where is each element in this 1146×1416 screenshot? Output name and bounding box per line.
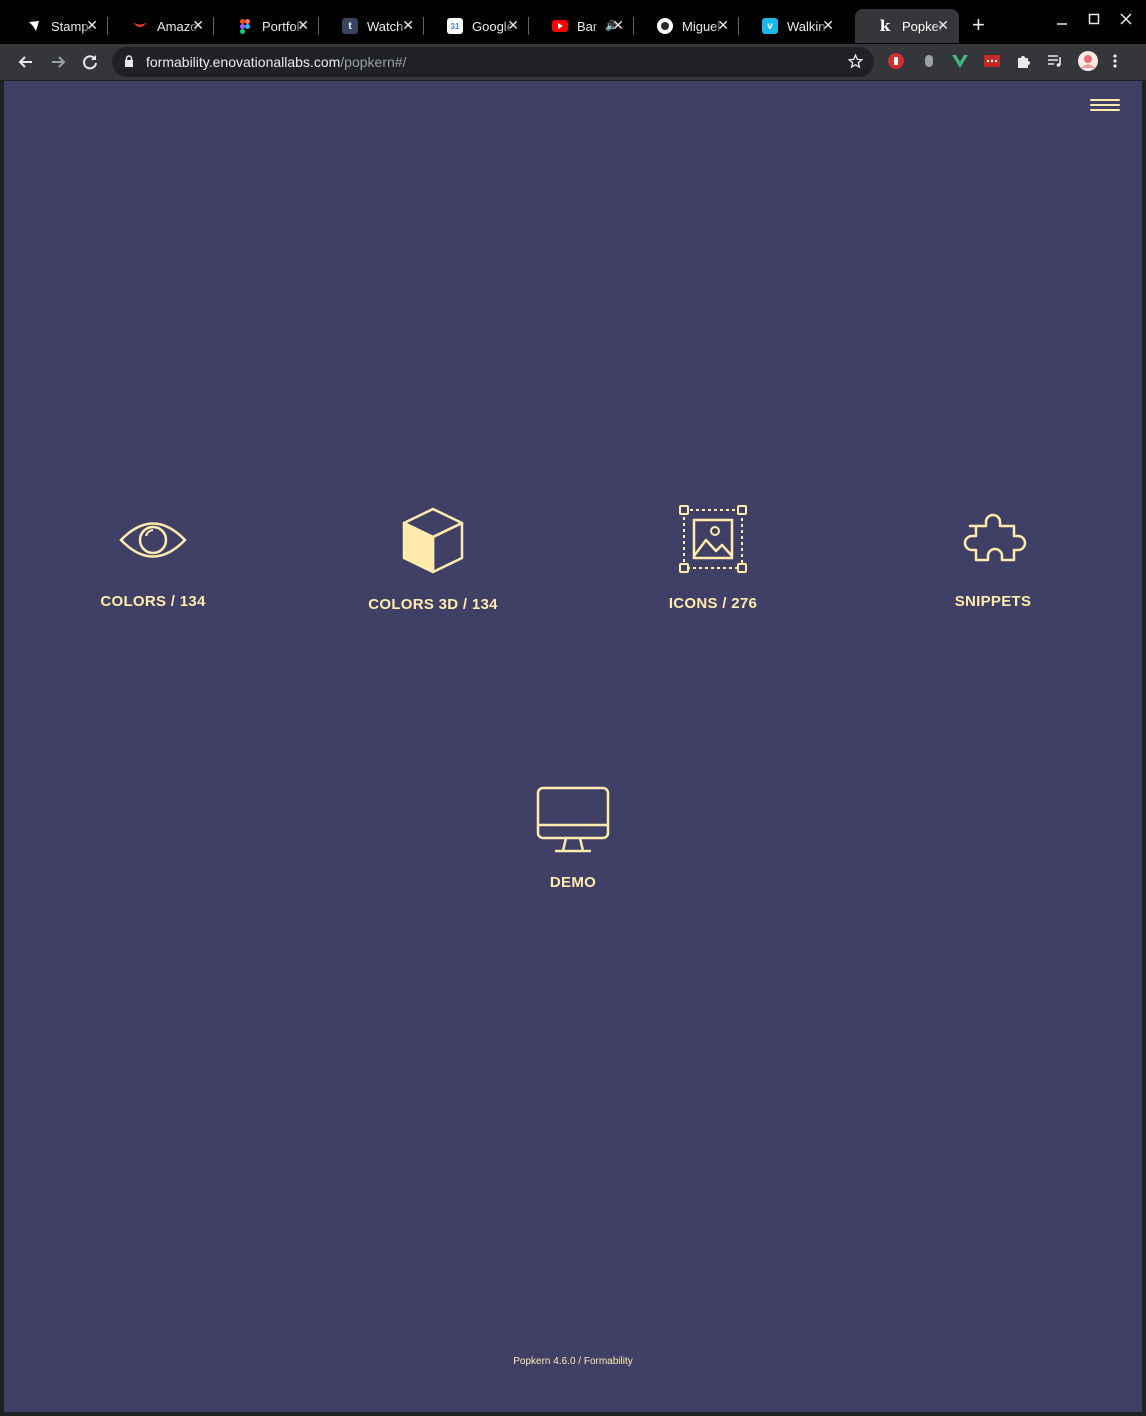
figma-favicon-icon [237,18,253,34]
amazon-favicon-icon [132,18,148,34]
close-tab-icon[interactable]: ✕ [507,17,519,34]
bookmark-star-icon[interactable] [847,53,864,75]
image-frame-icon [679,505,747,573]
tab-stamps[interactable]: Stamps ✕ [4,9,108,43]
adblock-extension-icon[interactable] [887,52,905,70]
maximize-icon[interactable] [1088,12,1100,29]
forward-arrow-icon[interactable] [47,51,69,73]
card-label: SNIPPETS [954,593,1032,610]
card-label: DEMO [549,874,597,891]
footer-text: Popkern 4.6.0 / Formability [513,1356,633,1367]
tab-strip: Stamps ✕ Amazon ✕ Portfolio ✕ [0,0,1146,44]
browser-window: Stamps ✕ Amazon ✕ Portfolio ✕ [0,0,1146,1416]
youtube-favicon-icon [552,20,568,32]
tab-popkern[interactable]: k Popkern ✕ [855,9,959,43]
card-demo[interactable]: DEMO [473,785,673,891]
address-bar[interactable]: formability.enovationallabs.com/popkern#… [112,47,874,77]
close-tab-icon[interactable]: ✕ [937,17,949,34]
close-tab-icon[interactable]: ✕ [297,17,309,34]
k-favicon-icon: k [879,17,891,35]
card-snippets[interactable]: SNIPPETS [893,512,1093,610]
dots-extension-icon[interactable] [983,52,1001,70]
close-tab-icon[interactable]: ✕ [192,17,204,34]
reload-icon[interactable] [79,51,101,73]
browser-toolbar: formability.enovationallabs.com/popkern#… [0,44,1146,80]
eye-icon [119,522,187,558]
vimeo-favicon-icon: v [762,18,778,34]
tab-portfolio[interactable]: Portfolio ✕ [215,9,319,43]
vue-devtools-extension-icon[interactable] [951,52,969,70]
card-colors-3d[interactable]: COLORS 3D / 134 [333,506,533,613]
extensions-puzzle-icon[interactable] [1015,52,1033,70]
back-arrow-icon[interactable] [15,51,37,73]
mouse-extension-icon[interactable] [920,52,938,70]
tab-google[interactable]: 31 Google ✕ [425,9,529,43]
profile-avatar[interactable] [1077,50,1099,72]
tab-amazon[interactable]: Amazon ✕ [110,9,214,43]
minimize-icon[interactable] [1056,12,1068,29]
monitor-icon [536,786,610,853]
github-favicon-icon [657,18,673,34]
card-colors[interactable]: COLORS / 134 [53,513,253,610]
browser-menu-icon[interactable] [1112,52,1122,70]
tumblr-favicon-icon: t [342,18,358,34]
card-label: ICONS / 276 [668,595,758,612]
new-tab-button[interactable]: + [972,14,985,36]
card-label: COLORS 3D / 134 [368,596,498,613]
close-tab-icon[interactable]: ✕ [86,17,98,34]
close-tab-icon[interactable]: ✕ [402,17,414,34]
hamburger-menu-icon[interactable] [1090,99,1120,113]
tab-walkin[interactable]: v Walkin ✕ [740,9,844,43]
page-content: COLORS / 134 COLORS 3D / 134 ICONS / 276… [4,81,1142,1412]
puzzle-icon [963,513,1027,562]
tab-miguel[interactable]: Miguel ✕ [635,9,739,43]
url-text: formability.enovationallabs.com/popkern#… [146,54,407,70]
card-icons[interactable]: ICONS / 276 [613,504,813,612]
close-window-icon[interactable] [1120,12,1132,29]
lock-icon[interactable] [124,55,134,73]
close-tab-icon[interactable]: ✕ [822,17,834,34]
cube-icon [402,507,464,574]
tab-title: Bar [577,18,598,34]
card-label: COLORS / 134 [100,593,206,610]
google-calendar-favicon-icon: 31 [447,18,463,34]
close-tab-icon[interactable]: ✕ [717,17,729,34]
tab-bar[interactable]: Bar 🔊 ✕ [530,9,634,43]
media-control-icon[interactable] [1046,52,1064,70]
tab-watch[interactable]: t Watch ✕ [320,9,424,43]
close-tab-icon[interactable]: ✕ [612,17,624,34]
stamps-favicon-icon [26,18,42,34]
